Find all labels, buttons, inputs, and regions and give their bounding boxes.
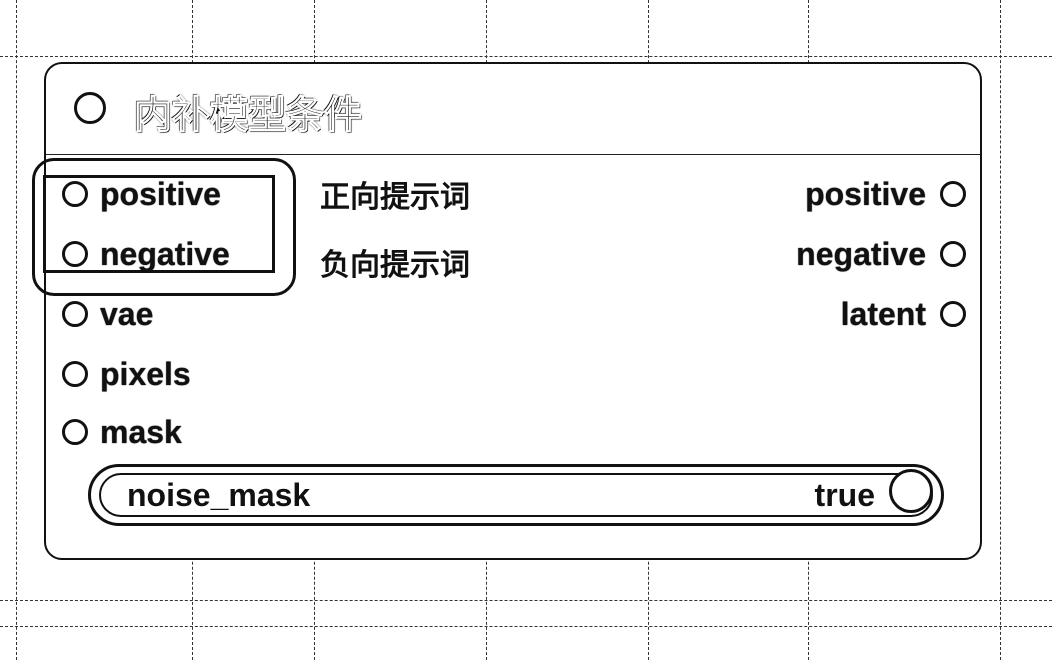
output-label: negative <box>796 235 926 272</box>
negative-translation: 负向提示词 <box>320 248 470 283</box>
widget-name: noise_mask <box>127 477 311 513</box>
output-dot-icon[interactable] <box>940 241 966 267</box>
input-dot-icon[interactable] <box>62 301 88 327</box>
output-slot-latent[interactable]: latent <box>841 294 966 334</box>
input-slot-pixels[interactable]: pixels <box>62 354 191 394</box>
output-label: positive <box>805 175 926 212</box>
input-label: mask <box>100 413 182 450</box>
input-label: pixels <box>100 355 191 392</box>
node-title: 内补模型条件 <box>133 93 363 138</box>
output-label: latent <box>840 295 926 332</box>
input-dot-icon[interactable] <box>62 241 88 267</box>
positive-translation: 正向提示词 <box>320 180 470 215</box>
output-slot-negative[interactable]: negative <box>796 234 966 274</box>
grid-line <box>0 56 1052 57</box>
input-dot-icon[interactable] <box>62 361 88 387</box>
output-slot-positive[interactable]: positive <box>805 174 966 214</box>
input-slot-positive[interactable]: positive <box>62 174 221 214</box>
grid-line <box>0 600 1052 601</box>
input-dot-icon[interactable] <box>62 419 88 445</box>
collapse-dot-icon[interactable] <box>74 92 106 124</box>
input-slot-negative[interactable]: negative <box>62 234 230 274</box>
inpaint-model-conditioning-node[interactable]: 内补模型条件 positive negative vae pixels mask… <box>32 62 982 560</box>
input-slot-vae[interactable]: vae <box>62 294 153 334</box>
toggle-knob-icon[interactable] <box>889 469 933 513</box>
widget-value: true <box>814 477 875 513</box>
node-title-bar[interactable]: 内补模型条件 <box>46 64 980 155</box>
input-label: vae <box>100 295 154 332</box>
input-dot-icon[interactable] <box>62 181 88 207</box>
grid-line <box>1000 0 1001 660</box>
output-dot-icon[interactable] <box>940 301 966 327</box>
input-slot-mask[interactable]: mask <box>62 412 182 452</box>
output-dot-icon[interactable] <box>940 181 966 207</box>
noise-mask-toggle[interactable]: noise_mask true <box>88 464 944 526</box>
input-label: positive <box>100 175 221 212</box>
grid-line <box>16 0 17 660</box>
input-label: negative <box>100 235 230 272</box>
grid-line <box>0 626 1052 627</box>
